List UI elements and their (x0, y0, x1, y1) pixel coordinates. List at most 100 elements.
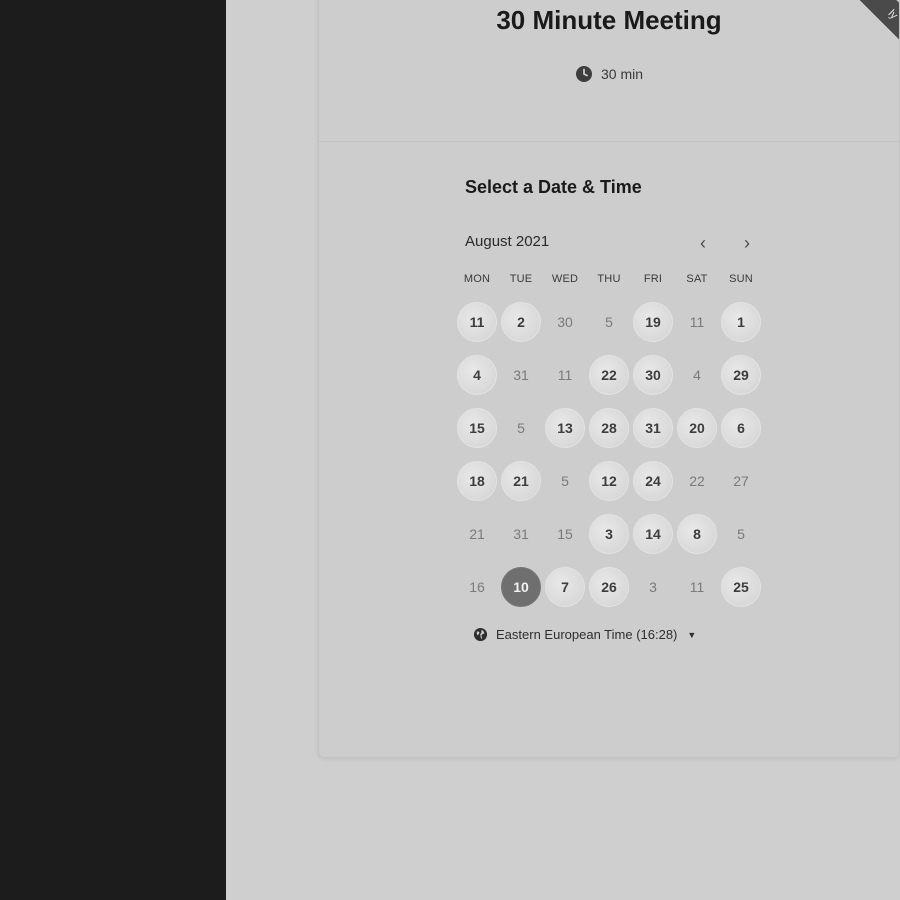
day-number: 15 (457, 407, 497, 448)
day-number: 7 (545, 566, 585, 607)
available-day[interactable]: 19 (631, 295, 675, 348)
unavailable-day: 11 (675, 560, 719, 613)
available-day[interactable]: 2 (499, 295, 543, 348)
day-number: 3 (589, 513, 629, 554)
weekday-label: SAT (686, 273, 708, 285)
weekday-label: TUE (509, 273, 533, 285)
day-number: 21 (501, 460, 541, 501)
day-number: 4 (693, 366, 701, 383)
day-number: 25 (721, 566, 761, 607)
available-day[interactable]: 28 (587, 401, 631, 454)
available-day[interactable]: 14 (631, 507, 675, 560)
ribbon-text: ly (885, 7, 900, 22)
unavailable-day: 30 (543, 295, 587, 348)
available-day[interactable]: 1 (719, 295, 763, 348)
month-navigation: August 2021 ‹ › (465, 231, 761, 255)
available-day[interactable]: 24 (631, 454, 675, 507)
available-day[interactable]: 13 (543, 401, 587, 454)
available-day[interactable]: 12 (587, 454, 631, 507)
day-number: 31 (513, 525, 529, 542)
unavailable-day: 5 (543, 454, 587, 507)
section-title: Select a Date & Time (465, 177, 642, 197)
day-number: 18 (457, 460, 497, 501)
available-day[interactable]: 20 (675, 401, 719, 454)
available-day[interactable]: 11 (455, 295, 499, 348)
unavailable-day: 31 (499, 507, 543, 560)
day-number: 31 (633, 407, 673, 448)
weekday-label: SUN (729, 273, 753, 285)
day-number: 29 (721, 354, 761, 395)
unavailable-day: 16 (455, 560, 499, 613)
day-number: 19 (633, 301, 673, 342)
available-day[interactable]: 6 (719, 401, 763, 454)
unavailable-day: 11 (543, 348, 587, 401)
duration-label: 30 min (600, 66, 644, 82)
available-day[interactable]: 25 (719, 560, 763, 613)
clock-icon (575, 66, 592, 82)
unavailable-day: 5 (499, 401, 543, 454)
day-number: 12 (589, 460, 629, 501)
day-number: 26 (589, 566, 629, 607)
weekday-header: MON TUE WED THU FRI SAT SUN (455, 273, 765, 285)
calendar-grid: 11 2 30 5 19 11 1 4 31 11 22 30 4 29 15 5 13 28 31 20 6 18 21 5… (455, 295, 765, 613)
day-number: 22 (589, 354, 629, 395)
available-day[interactable]: 7 (543, 560, 587, 613)
unavailable-day: 27 (719, 454, 763, 507)
day-number: 27 (733, 472, 749, 489)
day-number: 31 (513, 366, 529, 383)
day-number: 2 (501, 301, 541, 342)
previous-month-button[interactable]: ‹ (691, 231, 715, 255)
unavailable-day: 4 (675, 348, 719, 401)
unavailable-day: 31 (499, 348, 543, 401)
available-day[interactable]: 3 (587, 507, 631, 560)
next-month-button[interactable]: › (735, 231, 759, 255)
available-day[interactable]: 4 (455, 348, 499, 401)
event-header: 30 Minute Meeting 30 min ly (319, 0, 899, 142)
available-day[interactable]: 22 (587, 348, 631, 401)
weekday-label: MON (463, 273, 491, 285)
available-day[interactable]: 26 (587, 560, 631, 613)
available-day[interactable]: 8 (675, 507, 719, 560)
day-number: 13 (545, 407, 585, 448)
day-number: 22 (689, 472, 705, 489)
available-day[interactable]: 21 (499, 454, 543, 507)
day-number: 21 (469, 525, 485, 542)
caret-down-icon: ▼ (687, 629, 697, 640)
day-number: 5 (737, 525, 745, 542)
day-number: 24 (633, 460, 673, 501)
timezone-selector[interactable]: Eastern European Time (16:28) ▼ (473, 627, 696, 642)
unavailable-day: 22 (675, 454, 719, 507)
day-number: 30 (557, 313, 573, 330)
available-day[interactable]: 18 (455, 454, 499, 507)
weekday-label: THU (597, 273, 621, 285)
booking-card: 30 Minute Meeting 30 min ly Select a Dat… (318, 0, 900, 758)
day-number: 5 (605, 313, 613, 330)
day-number: 5 (517, 419, 525, 436)
unavailable-day: 3 (631, 560, 675, 613)
available-day[interactable]: 31 (631, 401, 675, 454)
available-day[interactable]: 30 (631, 348, 675, 401)
day-number: 16 (469, 578, 485, 595)
available-day[interactable]: 29 (719, 348, 763, 401)
day-number: 11 (457, 301, 497, 342)
day-number: 6 (721, 407, 761, 448)
available-day[interactable]: 15 (455, 401, 499, 454)
weekday-label: WED (551, 273, 579, 285)
day-number: 3 (649, 578, 657, 595)
month-label: August 2021 (465, 233, 550, 250)
day-number: 1 (721, 301, 761, 342)
chevron-right-icon: › (744, 232, 750, 253)
event-title: 30 Minute Meeting (496, 5, 722, 35)
day-number: 4 (457, 354, 497, 395)
weekday-label: FRI (643, 273, 663, 285)
day-number: 20 (677, 407, 717, 448)
unavailable-day: 15 (543, 507, 587, 560)
day-number: 30 (633, 354, 673, 395)
day-number: 10 (501, 566, 541, 607)
day-number: 28 (589, 407, 629, 448)
day-number: 11 (557, 366, 573, 383)
day-number: 5 (561, 472, 569, 489)
timezone-label: Eastern European Time (16:28) (496, 627, 678, 642)
day-number: 14 (633, 513, 673, 554)
selected-day[interactable]: 10 (499, 560, 543, 613)
